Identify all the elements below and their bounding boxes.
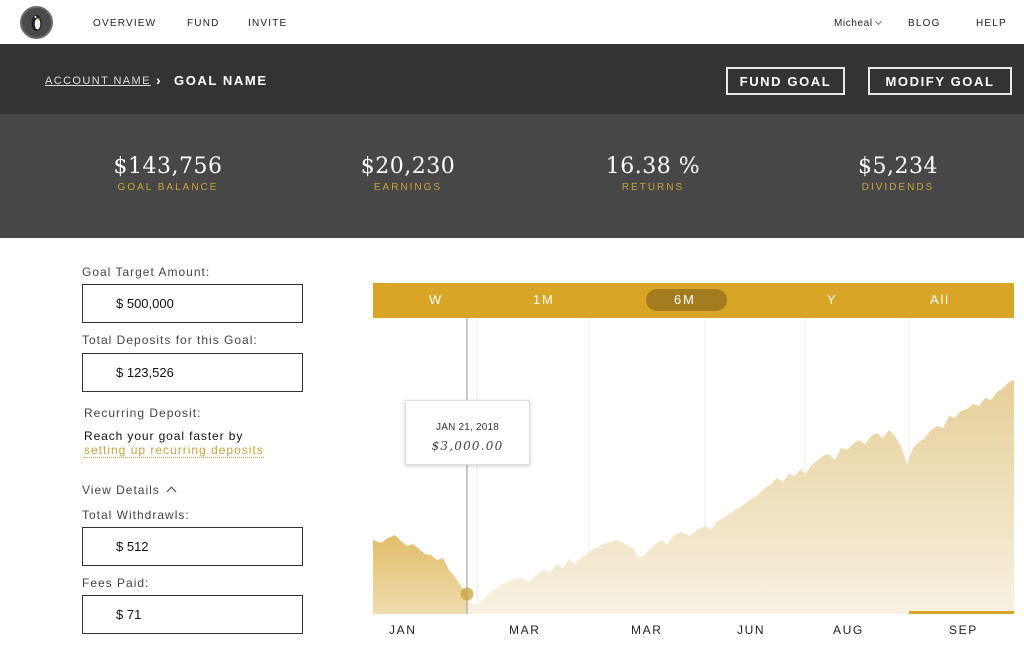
fees-field[interactable]: $ 71 [82, 595, 303, 634]
stat-returns: 16.38 % RETURNS [553, 154, 753, 193]
withdrawals-field[interactable]: $ 512 [82, 527, 303, 566]
stat-value: $5,234 [858, 154, 938, 179]
stat-dividends: $5,234 DIVIDENDS [798, 154, 998, 193]
x-label-sep: SEP [949, 623, 978, 637]
selected-range-indicator [909, 611, 1014, 614]
tooltip-value: $3,000.00 [431, 439, 504, 453]
nav-fund[interactable]: FUND [187, 18, 220, 29]
stat-label: GOAL BALANCE [117, 182, 219, 193]
x-label-aug: AUG [833, 623, 864, 637]
fees-label: Fees Paid: [82, 576, 150, 590]
range-1m[interactable]: 1M [533, 292, 555, 307]
recurring-deposit-link[interactable]: setting up recurring deposits [84, 443, 264, 458]
range-w[interactable]: W [429, 292, 443, 307]
balance-chart[interactable] [373, 318, 1014, 618]
view-details-label: View Details [82, 483, 160, 497]
fund-goal-button[interactable]: FUND GOAL [726, 67, 845, 95]
view-details-toggle[interactable]: View Details [82, 483, 177, 497]
area-after-cursor [467, 380, 1014, 614]
total-deposits-field[interactable]: $ 123,526 [82, 353, 303, 392]
breadcrumb-account[interactable]: ACCOUNT NAME [45, 75, 151, 87]
stat-value: 16.38 % [605, 154, 701, 179]
penguin-logo-icon[interactable] [20, 6, 53, 39]
user-menu[interactable]: Micheal [834, 17, 882, 29]
chevron-right-icon: › [156, 72, 161, 88]
range-y[interactable]: Y [827, 292, 837, 307]
stat-goal-balance: $143,756 GOAL BALANCE [68, 154, 268, 193]
nav-invite[interactable]: INVITE [248, 18, 287, 29]
total-deposits-label: Total Deposits for this Goal: [82, 333, 258, 347]
area-before-cursor [373, 535, 467, 614]
x-label-mar: MAR [509, 623, 541, 637]
top-navigation: OVERVIEW FUND INVITE Micheal BLOG HELP [0, 0, 1024, 44]
recurring-text: Reach your goal faster by [84, 429, 244, 443]
stat-label: DIVIDENDS [861, 182, 935, 193]
chevron-up-icon [166, 486, 177, 497]
nav-blog[interactable]: BLOG [908, 18, 941, 29]
goal-header: ACCOUNT NAME › GOAL NAME FUND GOAL MODIF… [0, 44, 1024, 114]
x-label-jun: JUN [737, 623, 766, 637]
user-name: Micheal [834, 18, 873, 29]
chevron-down-icon [874, 17, 882, 26]
tooltip-date: JAN 21, 2018 [436, 422, 499, 433]
goal-target-label: Goal Target Amount: [82, 265, 211, 279]
range-all[interactable]: All [930, 292, 950, 307]
modify-goal-button[interactable]: MODIFY GOAL [868, 67, 1012, 95]
chart-tooltip: JAN 21, 2018 $3,000.00 [405, 400, 530, 465]
stats-bar: $143,756 GOAL BALANCE $20,230 EARNINGS 1… [0, 114, 1024, 238]
stat-value: $20,230 [360, 154, 456, 179]
recurring-deposit-label: Recurring Deposit: [84, 406, 202, 420]
x-label-mar-2: MAR [631, 623, 663, 637]
stat-value: $143,756 [113, 154, 223, 179]
range-6m[interactable]: 6M [674, 292, 696, 307]
stat-earnings: $20,230 EARNINGS [308, 154, 508, 193]
x-label-jan: JAN [389, 623, 417, 637]
breadcrumb-goal: GOAL NAME [174, 73, 268, 88]
withdrawals-label: Total Withdrawls: [82, 508, 190, 522]
stat-label: RETURNS [621, 182, 685, 193]
cursor-dot [460, 587, 474, 601]
nav-help[interactable]: HELP [976, 18, 1007, 29]
goal-target-field[interactable]: $ 500,000 [82, 284, 303, 323]
nav-overview[interactable]: OVERVIEW [93, 18, 156, 29]
stat-label: EARNINGS [373, 182, 443, 193]
